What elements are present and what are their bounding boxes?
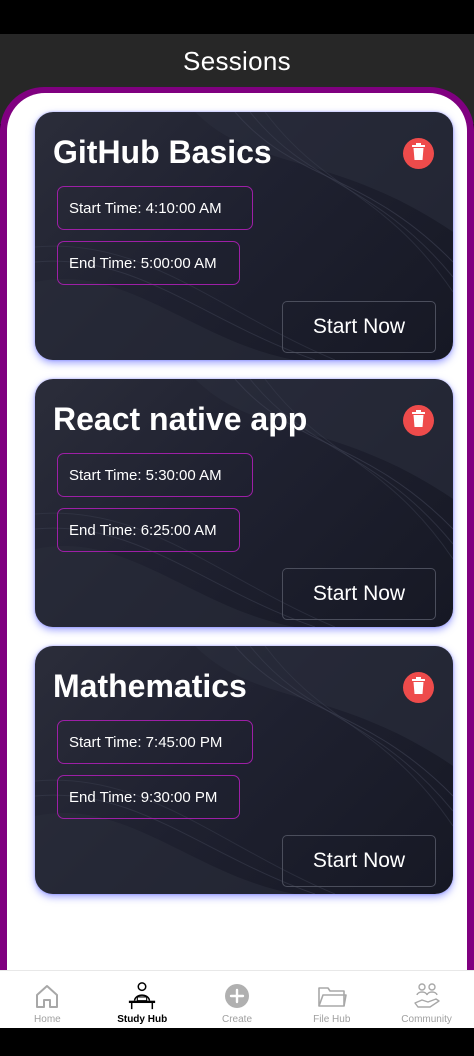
start-time-label: Start Time: 5:30:00 AM [57,453,253,497]
delete-session-button[interactable] [403,672,434,703]
sessions-list: GitHub Basics Start Time: 4:10:00 AM End… [7,93,467,987]
page-title: Sessions [183,46,291,76]
start-now-button[interactable]: Start Now [282,835,436,887]
nav-label-community: Community [401,1014,452,1025]
start-time-label: Start Time: 4:10:00 AM [57,186,253,230]
delete-session-button[interactable] [403,405,434,436]
session-title: React native app [53,401,308,437]
nav-label-study-hub: Study Hub [117,1014,168,1025]
nav-file-hub[interactable]: File Hub [284,971,379,1028]
study-desk-icon [127,981,157,1011]
folder-icon [317,981,347,1011]
session-title: GitHub Basics [53,134,272,170]
status-bar [0,0,474,34]
start-now-button[interactable]: Start Now [282,568,436,620]
session-card: GitHub Basics Start Time: 4:10:00 AM End… [35,112,453,360]
plus-circle-icon [222,981,252,1011]
delete-session-button[interactable] [403,138,434,169]
home-icon [32,981,62,1011]
trash-icon [411,142,426,165]
session-card: Mathematics Start Time: 7:45:00 PM End T… [35,646,453,894]
end-time-label: End Time: 5:00:00 AM [57,241,240,285]
community-icon [412,981,442,1011]
start-time-label: Start Time: 7:45:00 PM [57,720,253,764]
nav-study-hub[interactable]: Study Hub [95,971,190,1028]
trash-icon [411,676,426,699]
end-time-label: End Time: 9:30:00 PM [57,775,240,819]
sessions-sheet: GitHub Basics Start Time: 4:10:00 AM End… [0,87,474,987]
nav-label-create: Create [221,1014,252,1025]
bottom-nav: Home Study Hub Create File Hub Community [0,970,474,1028]
nav-create[interactable]: Create [190,971,285,1028]
session-title: Mathematics [53,668,247,704]
nav-label-file-hub: File Hub [313,1014,351,1025]
nav-home[interactable]: Home [0,971,95,1028]
nav-label-home: Home [34,1014,61,1025]
start-now-button[interactable]: Start Now [282,301,436,353]
session-card: React native app Start Time: 5:30:00 AM … [35,379,453,627]
system-navigation-bar [0,1028,474,1056]
end-time-label: End Time: 6:25:00 AM [57,508,240,552]
trash-icon [411,409,426,432]
nav-community[interactable]: Community [379,971,474,1028]
